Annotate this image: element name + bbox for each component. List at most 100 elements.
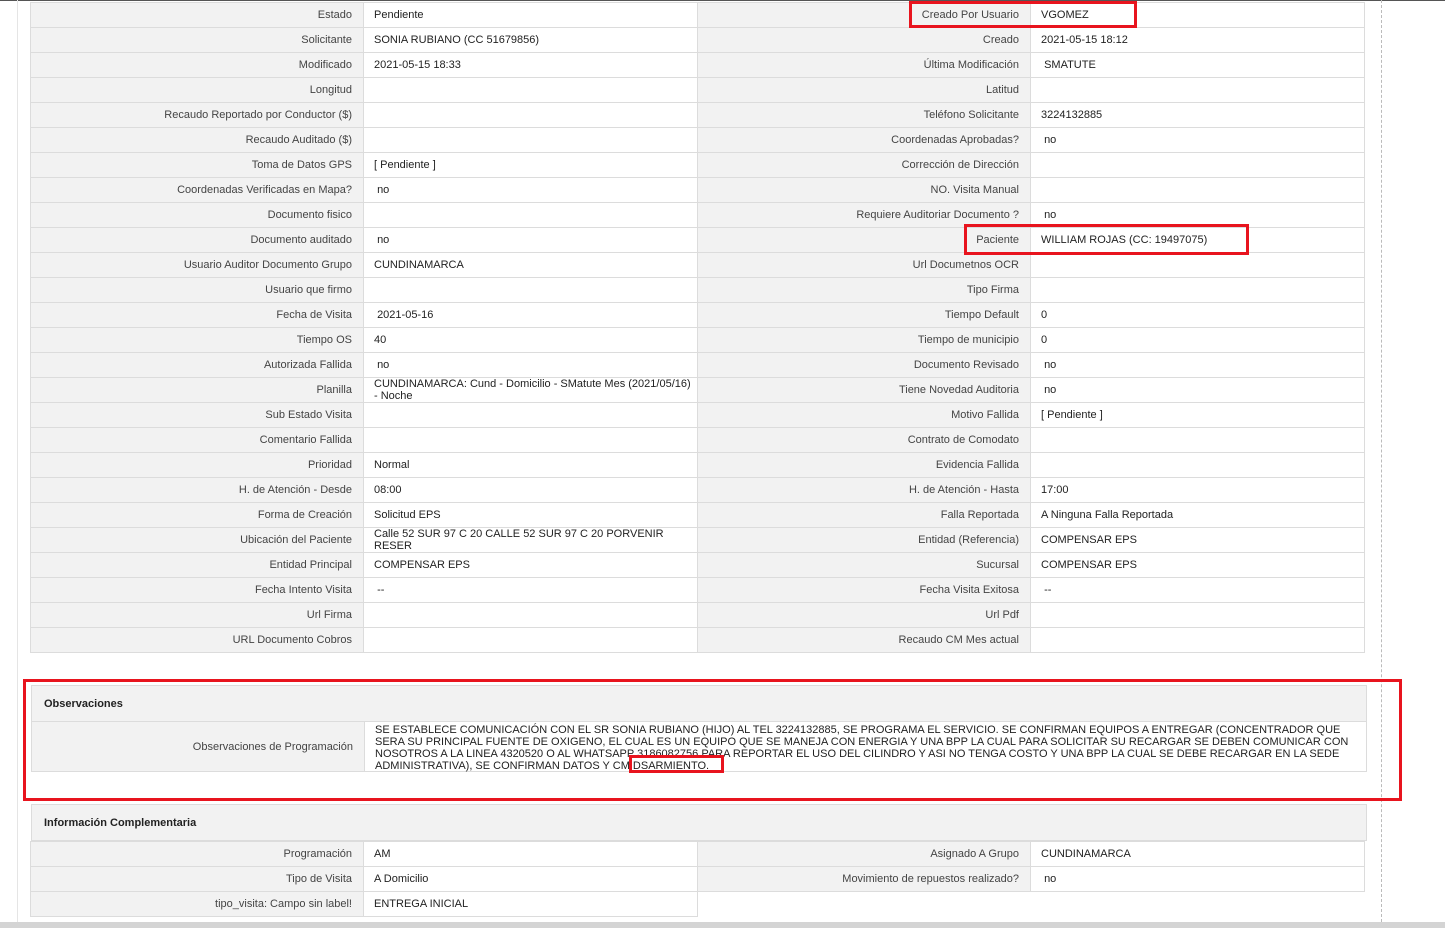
field-value bbox=[363, 77, 698, 103]
field-value bbox=[1030, 252, 1365, 278]
table-row: Programación AM Asignado A Grupo CUNDINAMAR… bbox=[30, 841, 1367, 867]
complementaria-section: Información Complementaria bbox=[31, 804, 1367, 841]
field-label: Sucursal bbox=[697, 552, 1031, 578]
field-value bbox=[1030, 602, 1365, 628]
highlight-paciente bbox=[964, 224, 1249, 255]
table-row: Modificado 2021-05-15 18:33 Última Modific… bbox=[30, 52, 1367, 78]
field-label: Asignado A Grupo bbox=[697, 841, 1031, 867]
field-value: 2021-05-16 bbox=[363, 302, 698, 328]
field-value: no bbox=[363, 352, 698, 378]
field-label: Tipo de Visita bbox=[30, 866, 364, 892]
field-label: Entidad Principal bbox=[30, 552, 364, 578]
field-label: Creado bbox=[697, 27, 1031, 53]
table-row: Sub Estado Visita Motivo Fallida[ Pendien… bbox=[30, 402, 1367, 428]
table-row: Prioridad Normal Evidencia Fallida bbox=[30, 452, 1367, 478]
field-value: 08:00 bbox=[363, 477, 698, 503]
highlight-dsarmiento bbox=[629, 755, 724, 773]
table-row: Autorizada Fallida no Documento Revisado … bbox=[30, 352, 1367, 378]
field-value: 17:00 bbox=[1030, 477, 1365, 503]
field-label: Autorizada Fallida bbox=[30, 352, 364, 378]
complementaria-title: Información Complementaria bbox=[31, 804, 1367, 841]
field-label: Documento auditado bbox=[30, 227, 364, 253]
field-value bbox=[363, 402, 698, 428]
field-label: Coordenadas Aprobadas? bbox=[697, 127, 1031, 153]
field-label: Motivo Fallida bbox=[697, 402, 1031, 428]
top-border bbox=[0, 0, 1445, 1]
field-label: Url Firma bbox=[30, 602, 364, 628]
field-value: [ Pendiente ] bbox=[1030, 402, 1365, 428]
field-label: H. de Atención - Desde bbox=[30, 477, 364, 503]
table-row: Usuario Auditor Documento Grupo CUNDINAMA… bbox=[30, 252, 1367, 278]
field-value: no bbox=[1030, 866, 1365, 892]
field-value bbox=[1030, 427, 1365, 453]
field-value bbox=[1030, 177, 1365, 203]
highlight-observaciones bbox=[23, 679, 1402, 801]
field-value: COMPENSAR EPS bbox=[1030, 527, 1365, 553]
field-value bbox=[363, 127, 698, 153]
field-label: Fecha Intento Visita bbox=[30, 577, 364, 603]
field-label: Modificado bbox=[30, 52, 364, 78]
complementaria-table: Programación AM Asignado A Grupo CUNDINAMAR… bbox=[30, 841, 1367, 917]
field-label: Corrección de Dirección bbox=[697, 152, 1031, 178]
field-value: 3224132885 bbox=[1030, 102, 1365, 128]
field-label: Programación bbox=[30, 841, 364, 867]
field-value: -- bbox=[363, 577, 698, 603]
field-value: no bbox=[1030, 127, 1365, 153]
field-value: COMPENSAR EPS bbox=[1030, 552, 1365, 578]
field-label: Fecha de Visita bbox=[30, 302, 364, 328]
field-value: AM bbox=[363, 841, 698, 867]
field-label: Evidencia Fallida bbox=[697, 452, 1031, 478]
field-label: Fecha Visita Exitosa bbox=[697, 577, 1031, 603]
field-label: tipo_visita: Campo sin label! bbox=[30, 891, 364, 917]
field-value bbox=[363, 102, 698, 128]
table-row: Fecha de Visita 2021-05-16 Tiempo Default… bbox=[30, 302, 1367, 328]
frame-left-border bbox=[17, 0, 18, 922]
field-value bbox=[1030, 627, 1365, 653]
field-label: Url Documetnos OCR bbox=[697, 252, 1031, 278]
field-value: no bbox=[1030, 352, 1365, 378]
field-value: no bbox=[1030, 377, 1365, 403]
field-label: Tipo Firma bbox=[697, 277, 1031, 303]
field-label: Prioridad bbox=[30, 452, 364, 478]
field-label: Última Modificación bbox=[697, 52, 1031, 78]
table-row: Comentario Fallida Contrato de Comodato bbox=[30, 427, 1367, 453]
field-value: 40 bbox=[363, 327, 698, 353]
field-value: Normal bbox=[363, 452, 698, 478]
field-label: Tiempo de municipio bbox=[697, 327, 1031, 353]
field-value: SONIA RUBIANO (CC 51679856) bbox=[363, 27, 698, 53]
field-value: Calle 52 SUR 97 C 20 CALLE 52 SUR 97 C 2… bbox=[363, 527, 698, 553]
field-value bbox=[363, 627, 698, 653]
field-label: Ubicación del Paciente bbox=[30, 527, 364, 553]
field-value: CUNDINAMARCA: Cund - Domicilio - SMatute… bbox=[363, 377, 698, 403]
table-row: H. de Atención - Desde 08:00 H. de Atenció… bbox=[30, 477, 1367, 503]
field-label: Forma de Creación bbox=[30, 502, 364, 528]
field-value: -- bbox=[1030, 577, 1365, 603]
table-row: Planilla CUNDINAMARCA: Cund - Domicilio -… bbox=[30, 377, 1367, 403]
table-row: Recaudo Reportado por Conductor ($) Teléf… bbox=[30, 102, 1367, 128]
field-label: Tiempo OS bbox=[30, 327, 364, 353]
field-value: 2021-05-15 18:12 bbox=[1030, 27, 1365, 53]
field-label: Falla Reportada bbox=[697, 502, 1031, 528]
field-value bbox=[363, 277, 698, 303]
field-label: URL Documento Cobros bbox=[30, 627, 364, 653]
table-row: Entidad Principal COMPENSAR EPS Sucursal CO… bbox=[30, 552, 1367, 578]
field-value: SMATUTE bbox=[1030, 52, 1365, 78]
field-value: [ Pendiente ] bbox=[363, 152, 698, 178]
field-value bbox=[1030, 152, 1365, 178]
highlight-creado-por-usuario bbox=[909, 1, 1137, 28]
field-value: no bbox=[363, 227, 698, 253]
table-row: Tiempo OS 40 Tiempo de municipio 0 bbox=[30, 327, 1367, 353]
table-row: Tipo de Visita A Domicilio Movimiento de r… bbox=[30, 866, 1367, 892]
field-label: Planilla bbox=[30, 377, 364, 403]
field-value: 0 bbox=[1030, 327, 1365, 353]
field-label: Toma de Datos GPS bbox=[30, 152, 364, 178]
field-label: Recaudo CM Mes actual bbox=[697, 627, 1031, 653]
empty-cell bbox=[697, 891, 1032, 917]
table-row: Longitud Latitud bbox=[30, 77, 1367, 103]
table-row: tipo_visita: Campo sin label! ENTREGA INI… bbox=[30, 891, 1367, 917]
field-value: Pendiente bbox=[363, 2, 698, 28]
table-row: URL Documento Cobros Recaudo CM Mes actua… bbox=[30, 627, 1367, 653]
field-label: Solicitante bbox=[30, 27, 364, 53]
table-row: Coordenadas Verificadas en Mapa? no NO. V… bbox=[30, 177, 1367, 203]
table-row: Ubicación del Paciente Calle 52 SUR 97 C … bbox=[30, 527, 1367, 553]
